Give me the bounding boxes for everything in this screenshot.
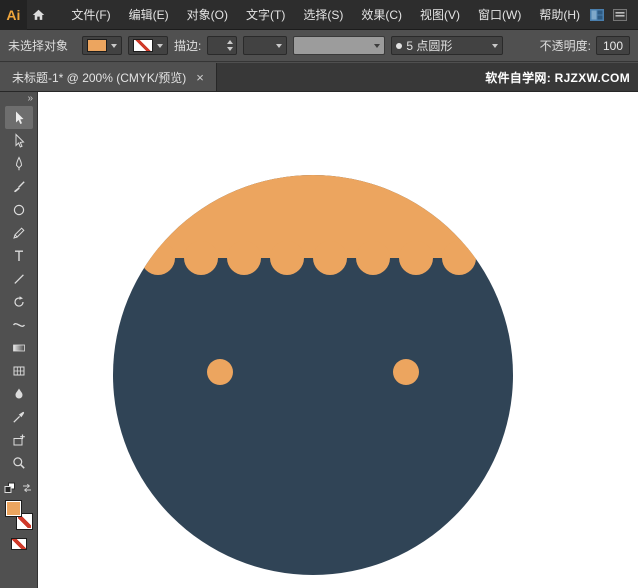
menu-bar: Ai 文件(F) 编辑(E) 对象(O) 文字(T) 选择(S) 效果(C) 视… <box>0 0 638 30</box>
document-tab-title: 未标题-1* @ 200% (CMYK/预览) <box>12 69 186 86</box>
width-tool-icon[interactable] <box>5 313 33 336</box>
site-watermark: 软件自学网: RJZXW.COM <box>485 69 638 86</box>
chevron-down-icon <box>111 44 117 48</box>
menu-select[interactable]: 选择(S) <box>294 0 352 30</box>
control-bar: 未选择对象 描边: 5 点圆形 不透明度: 100 <box>0 30 638 62</box>
selection-tool-icon[interactable] <box>5 106 33 129</box>
eyedropper-tool-icon[interactable] <box>5 405 33 428</box>
menu-type[interactable]: 文字(T) <box>237 0 294 30</box>
workspace-icon[interactable] <box>589 7 605 23</box>
menu-list: 文件(F) 编辑(E) 对象(O) 文字(T) 选择(S) 效果(C) 视图(V… <box>62 0 589 30</box>
swatch-mini-controls <box>4 482 33 494</box>
left-eye-circle[interactable] <box>207 359 233 385</box>
fill-color-dropdown[interactable] <box>82 36 122 55</box>
document-tab-bar: 未标题-1* @ 200% (CMYK/预览) × 软件自学网: RJZXW.C… <box>0 63 638 92</box>
pencil-tool-icon[interactable] <box>5 221 33 244</box>
selection-status: 未选择对象 <box>8 37 68 54</box>
menu-window[interactable]: 窗口(W) <box>469 0 530 30</box>
opacity-input[interactable]: 100 <box>596 36 630 55</box>
stroke-color-dropdown[interactable] <box>128 36 168 55</box>
brush-preview-dot-icon <box>396 43 402 49</box>
brush-name: 5 点圆形 <box>406 37 488 54</box>
chevron-down-icon <box>492 44 498 48</box>
stroke-weight-dropdown[interactable] <box>243 36 287 55</box>
artwork <box>38 92 638 588</box>
stepper-up-icon[interactable] <box>227 40 233 44</box>
shape-builder-tool-icon[interactable] <box>5 428 33 451</box>
brush-definition-dropdown[interactable]: 5 点圆形 <box>391 36 503 55</box>
ellipse-tool-icon[interactable] <box>5 198 33 221</box>
paintbrush-tool-icon[interactable] <box>5 175 33 198</box>
none-color-button[interactable] <box>11 538 27 550</box>
line-segment-tool-icon[interactable] <box>5 267 33 290</box>
pen-tool-icon[interactable] <box>5 152 33 175</box>
menu-file[interactable]: 文件(F) <box>62 0 119 30</box>
fill-color-swatch <box>87 39 107 52</box>
rotate-tool-icon[interactable] <box>5 290 33 313</box>
main-area: » <box>0 92 638 588</box>
menu-object[interactable]: 对象(O) <box>178 0 237 30</box>
chevron-down-icon <box>374 44 380 48</box>
toolbar-fill-swatch[interactable] <box>5 500 22 517</box>
hair-shape[interactable] <box>38 92 638 275</box>
menu-help[interactable]: 帮助(H) <box>530 0 589 30</box>
artboard-canvas[interactable] <box>38 92 638 588</box>
menu-effect[interactable]: 效果(C) <box>352 0 411 30</box>
width-profile-dropdown[interactable] <box>293 36 385 55</box>
stroke-none-swatch <box>133 39 153 52</box>
chevron-down-icon <box>157 44 163 48</box>
opacity-label: 不透明度: <box>540 37 591 54</box>
menu-edit[interactable]: 编辑(E) <box>120 0 178 30</box>
type-tool-icon[interactable] <box>5 244 33 267</box>
panel-collapse-icon[interactable]: » <box>0 92 37 106</box>
blob-brush-tool-icon[interactable] <box>5 382 33 405</box>
swap-swatches-icon[interactable] <box>21 482 33 494</box>
menubar-right-icons <box>589 7 638 23</box>
stepper-down-icon[interactable] <box>227 47 233 51</box>
document-tab[interactable]: 未标题-1* @ 200% (CMYK/预览) × <box>0 63 217 91</box>
default-swatches-icon[interactable] <box>4 482 16 494</box>
stroke-weight-stepper[interactable] <box>207 36 237 55</box>
zoom-tool-icon[interactable] <box>5 451 33 474</box>
panel-menu-icon[interactable] <box>612 7 628 23</box>
opacity-group: 不透明度: 100 <box>540 36 630 55</box>
fill-stroke-indicator <box>5 500 33 530</box>
tab-close-icon[interactable]: × <box>196 71 204 84</box>
tools-panel: » <box>0 92 38 588</box>
right-eye-circle[interactable] <box>393 359 419 385</box>
chevron-down-icon <box>276 44 282 48</box>
direct-selection-tool-icon[interactable] <box>5 129 33 152</box>
menu-view[interactable]: 视图(V) <box>411 0 469 30</box>
gradient-tool-icon[interactable] <box>5 336 33 359</box>
stroke-weight-label: 描边: <box>174 37 201 54</box>
mesh-tool-icon[interactable] <box>5 359 33 382</box>
home-icon[interactable] <box>27 0 51 30</box>
app-logo: Ai <box>0 0 27 30</box>
